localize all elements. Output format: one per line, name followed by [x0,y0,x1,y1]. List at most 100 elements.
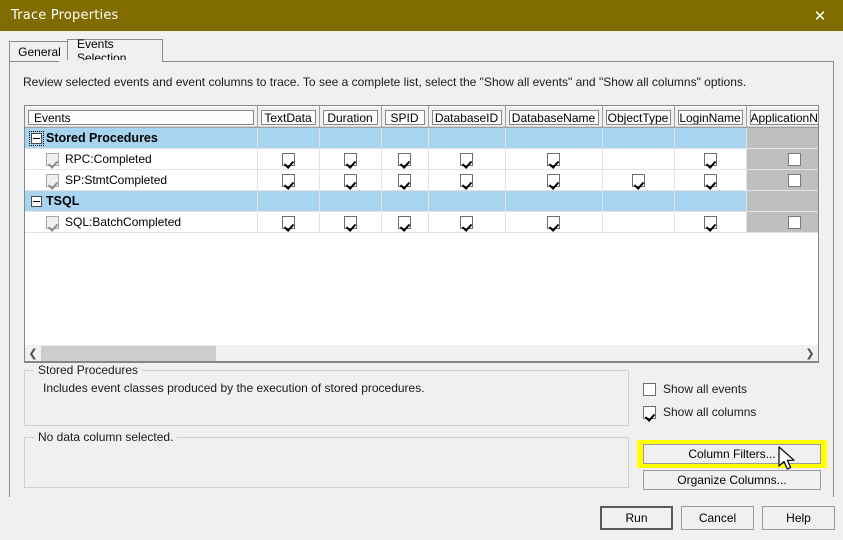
column-checkbox[interactable] [547,174,560,188]
column-checkbox[interactable] [398,153,411,167]
column-checkbox[interactable] [703,153,717,167]
grid-column-cell[interactable] [428,211,506,233]
grid-column-cell[interactable] [602,127,675,149]
grid-event-row[interactable]: SQL:BatchCompleted [25,211,818,233]
show-all-columns-checkbox[interactable] [643,405,656,419]
column-checkbox[interactable] [788,216,801,230]
grid-column-cell[interactable] [746,148,818,170]
column-checkbox[interactable] [398,216,411,230]
grid-event-row[interactable]: RPC:Completed [25,148,818,170]
grid-hscrollbar[interactable]: ❮ ❯ [24,345,819,362]
grid-event-name-cell[interactable]: RPC:Completed [25,148,258,170]
grid-column-header[interactable]: ObjectType [602,106,675,128]
column-checkbox[interactable] [343,153,357,167]
event-enabled-checkbox[interactable] [46,215,59,229]
grid-column-cell[interactable] [257,127,320,149]
grid-column-header[interactable]: DatabaseName [505,106,603,128]
column-checkbox[interactable] [281,216,295,230]
event-enabled-checkbox[interactable] [46,173,59,187]
show-all-columns-option[interactable]: Show all columns [643,405,756,419]
grid-column-cell[interactable] [602,148,675,170]
grid-column-header[interactable]: LoginName [674,106,747,128]
expander-minus-icon[interactable] [31,195,42,207]
column-checkbox[interactable] [343,174,357,188]
grid-column-cell[interactable] [602,190,675,212]
column-checkbox[interactable] [460,216,473,230]
tab-general[interactable]: General [9,41,70,61]
column-checkbox[interactable] [398,174,411,188]
run-button[interactable]: Run [600,506,673,530]
expander-minus-icon[interactable] [29,130,44,146]
grid-column-cell[interactable] [505,127,603,149]
cancel-button[interactable]: Cancel [681,506,754,530]
grid-column-cell[interactable] [674,190,747,212]
grid-column-cell[interactable] [319,190,382,212]
close-icon[interactable]: ✕ [797,0,843,31]
show-all-events-option[interactable]: Show all events [643,382,747,396]
grid-column-cell[interactable] [428,169,506,191]
grid-column-cell[interactable] [674,211,747,233]
column-checkbox[interactable] [547,216,560,230]
grid-column-cell[interactable] [381,148,429,170]
tab-events-selection[interactable]: Events Selection [67,37,163,65]
column-checkbox[interactable] [281,174,295,188]
column-checkbox[interactable] [703,174,717,188]
grid-column-cell[interactable] [319,169,382,191]
hscroll-track[interactable] [41,345,802,361]
grid-column-cell[interactable] [746,211,818,233]
grid-column-cell[interactable] [257,211,320,233]
grid-column-cell[interactable] [381,127,429,149]
grid-group-row[interactable]: Stored Procedures [25,127,818,149]
column-checkbox[interactable] [281,153,295,167]
grid-event-row[interactable]: SP:StmtCompleted [25,169,818,191]
grid-column-cell[interactable] [257,190,320,212]
grid-column-cell[interactable] [257,169,320,191]
grid-column-header[interactable]: Duration [319,106,382,128]
column-checkbox[interactable] [631,174,645,188]
grid-column-cell[interactable] [428,190,506,212]
grid-event-name-cell[interactable]: SP:StmtCompleted [25,169,258,191]
grid-column-cell[interactable] [319,211,382,233]
grid-column-cell[interactable] [505,190,603,212]
grid-column-cell[interactable] [319,148,382,170]
grid-column-cell[interactable] [381,169,429,191]
grid-column-cell[interactable] [381,211,429,233]
grid-column-header[interactable]: SPID [381,106,429,128]
grid-column-cell[interactable] [319,127,382,149]
grid-event-name-cell[interactable]: Stored Procedures [25,127,258,149]
grid-column-header[interactable]: TextData [257,106,320,128]
grid-event-name-cell[interactable]: SQL:BatchCompleted [25,211,258,233]
events-grid[interactable]: Events TextData Duration SPID DatabaseID Data… [24,105,819,363]
grid-column-cell[interactable] [746,127,818,149]
grid-column-cell[interactable] [746,190,818,212]
grid-column-cell[interactable] [746,169,818,191]
grid-column-cell[interactable] [602,211,675,233]
grid-group-row[interactable]: TSQL [25,190,818,212]
grid-column-cell[interactable] [674,127,747,149]
grid-column-cell[interactable] [674,169,747,191]
grid-column-cell[interactable] [602,169,675,191]
show-all-events-checkbox[interactable] [643,382,656,396]
column-checkbox[interactable] [343,216,357,230]
chevron-left-icon[interactable]: ❮ [25,346,41,361]
grid-column-header[interactable]: Events [25,106,258,128]
chevron-right-icon[interactable]: ❯ [802,346,818,361]
column-checkbox[interactable] [788,174,801,188]
grid-column-cell[interactable] [674,148,747,170]
grid-column-cell[interactable] [505,148,603,170]
grid-column-header[interactable]: ApplicationName [746,106,818,128]
grid-column-cell[interactable] [428,127,506,149]
event-enabled-checkbox[interactable] [46,152,59,166]
grid-event-name-cell[interactable]: TSQL [25,190,258,212]
hscroll-thumb[interactable] [41,345,216,361]
grid-column-cell[interactable] [428,148,506,170]
grid-column-cell[interactable] [505,169,603,191]
column-checkbox[interactable] [703,216,717,230]
grid-column-cell[interactable] [505,211,603,233]
grid-column-cell[interactable] [257,148,320,170]
column-checkbox[interactable] [788,153,801,167]
grid-column-header[interactable]: DatabaseID [428,106,506,128]
organize-columns-button[interactable]: Organize Columns... [643,470,821,490]
help-button[interactable]: Help [762,506,835,530]
column-checkbox[interactable] [460,174,473,188]
